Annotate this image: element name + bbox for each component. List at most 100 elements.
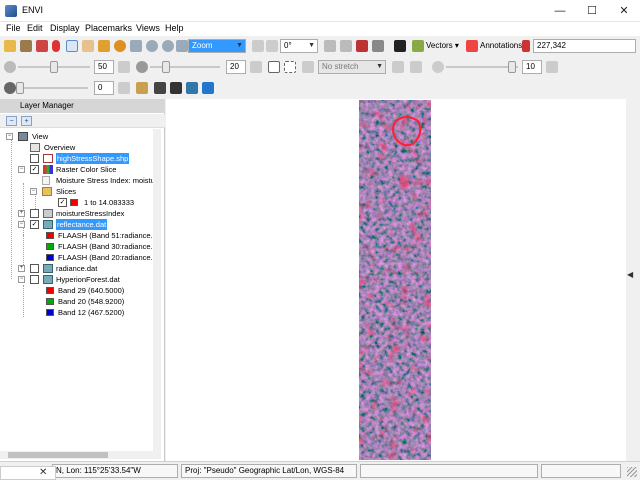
expand-toggle-icon[interactable]: + [18,265,25,272]
stretch-extent-icon[interactable] [284,61,296,73]
goto-location-input[interactable]: 227,342 [533,39,636,53]
fly-icon[interactable] [98,40,110,52]
layer-manager-tools: − + [0,114,165,128]
layer-visibility-checkbox[interactable] [30,209,39,218]
flicker-icon[interactable] [170,82,182,94]
shapefile-icon [43,154,53,163]
menu-help[interactable]: Help [165,23,184,33]
zoom-extent-icon[interactable] [176,40,188,52]
brightness-reset-icon[interactable] [118,61,130,73]
stretch-select[interactable]: No stretch ▼ [318,60,386,74]
vector-create-icon[interactable] [356,40,368,52]
layer-tree-vertical-scrollbar[interactable] [153,129,161,451]
layer-visibility-checkbox[interactable] [30,264,39,273]
expand-all-button[interactable]: + [21,116,32,126]
contrast-reset-icon[interactable] [250,61,262,73]
vectors-dropdown[interactable]: Vectors ▾ [426,41,459,50]
view-icon [18,132,28,141]
blue-channel-swatch [46,254,54,261]
expand-toggle-icon[interactable]: + [18,210,25,217]
contrast-value[interactable]: 20 [226,60,246,74]
main-toolbar: Zoom▼ 0°▼ Vectors ▾ Annotations ▾ 227,34… [0,36,640,56]
select-arrow-icon[interactable] [66,40,78,52]
folder-icon [42,187,52,196]
brightness-value[interactable]: 50 [94,60,114,74]
horizontal-scrollbar-thumb[interactable] [8,452,108,458]
rotation-select[interactable]: 0° ▼ [280,39,318,53]
vector-edit-icon[interactable] [372,40,384,52]
menu-file[interactable]: File [6,23,21,33]
popup-close-icon[interactable]: ✕ [39,467,47,478]
layer-visibility-checkbox[interactable] [30,154,39,163]
annotation-text-icon[interactable] [394,40,406,52]
menu-display[interactable]: Display [50,23,80,33]
chip-icon[interactable] [324,40,336,52]
image-canvas[interactable] [166,99,626,461]
collapse-all-button[interactable]: − [6,116,17,126]
sharpen-icon [432,61,444,73]
tree-node-label: Band 12 (467.5200) [58,308,125,317]
rotate-icon[interactable] [114,40,126,52]
go-to-icon[interactable] [522,40,530,52]
transparency-slider[interactable] [16,82,88,94]
source-data-icon [42,176,50,185]
stretch-refresh-icon[interactable] [392,61,404,73]
swipe-icon[interactable] [186,82,198,94]
contrast-slider-knob[interactable] [162,61,170,73]
collapse-toggle-icon[interactable]: − [6,133,13,140]
stretch-box-icon[interactable] [268,61,280,73]
collapse-toggle-icon[interactable]: − [18,221,25,228]
stretch-apply-icon[interactable] [410,61,422,73]
menu-placemarks[interactable]: Placemarks [85,23,132,33]
zoom-select[interactable]: Zoom ▼ [188,39,246,53]
zoom-icon[interactable] [130,40,142,52]
collapse-toggle-icon[interactable]: − [30,188,37,195]
rotate-left-icon[interactable] [252,40,264,52]
pan-hand-icon[interactable] [82,40,94,52]
sharpen-reset-icon[interactable] [546,61,558,73]
layer-visibility-checkbox[interactable]: ✓ [30,220,39,229]
layer-visibility-checkbox[interactable]: ✓ [30,165,39,174]
cursor-location-icon[interactable] [52,40,60,52]
resize-grip-icon[interactable] [627,467,637,477]
transparency-toolbar: 0 [0,78,640,98]
annotations-icon[interactable] [466,40,478,52]
minimize-button[interactable]: — [544,0,576,22]
collapse-toggle-icon[interactable]: − [18,276,25,283]
brightness-slider-knob[interactable] [50,61,58,73]
stretch-reset-icon[interactable] [302,61,314,73]
transparency-reset-icon[interactable] [118,82,130,94]
crop-icon[interactable] [36,40,48,52]
zoom-in-icon[interactable] [146,40,158,52]
close-button[interactable]: ✕ [608,0,640,22]
zoom-select-value: Zoom [192,41,213,50]
rotate-right-icon[interactable] [266,40,278,52]
blend-icon[interactable] [154,82,166,94]
vectors-icon[interactable] [412,40,424,52]
layer-visibility-checkbox[interactable] [30,275,39,284]
collapse-toggle-icon[interactable]: − [18,166,25,173]
sharpen-slider[interactable] [446,61,518,73]
contrast-slider[interactable] [150,61,220,73]
transparency-value[interactable]: 0 [94,81,114,95]
menu-views[interactable]: Views [136,23,160,33]
sharpen-slider-knob[interactable] [508,61,516,73]
maximize-button[interactable]: ☐ [576,0,608,22]
zoom-out-icon[interactable] [162,40,174,52]
sharpen-value[interactable]: 10 [522,60,542,74]
transparency-icon [4,82,16,94]
image-view[interactable] [166,99,626,461]
open-file-icon[interactable] [4,40,16,52]
tree-node-label: reflectance.dat [56,219,108,230]
brightness-slider[interactable] [18,61,90,73]
menu-edit[interactable]: Edit [27,23,43,33]
layer-manager-panel: Layer Manager − + − View Overview highSt… [0,99,165,461]
data-manager-icon[interactable] [20,40,32,52]
portal-icon[interactable] [136,82,148,94]
transparency-slider-knob[interactable] [16,82,24,94]
collapse-panel-arrow-icon[interactable]: ◀ [627,270,633,279]
layer-visibility-checkbox[interactable]: ✓ [58,198,67,207]
view-icon[interactable] [202,82,214,94]
layer-tree-horizontal-scrollbar[interactable] [0,451,161,459]
measure-icon[interactable] [340,40,352,52]
